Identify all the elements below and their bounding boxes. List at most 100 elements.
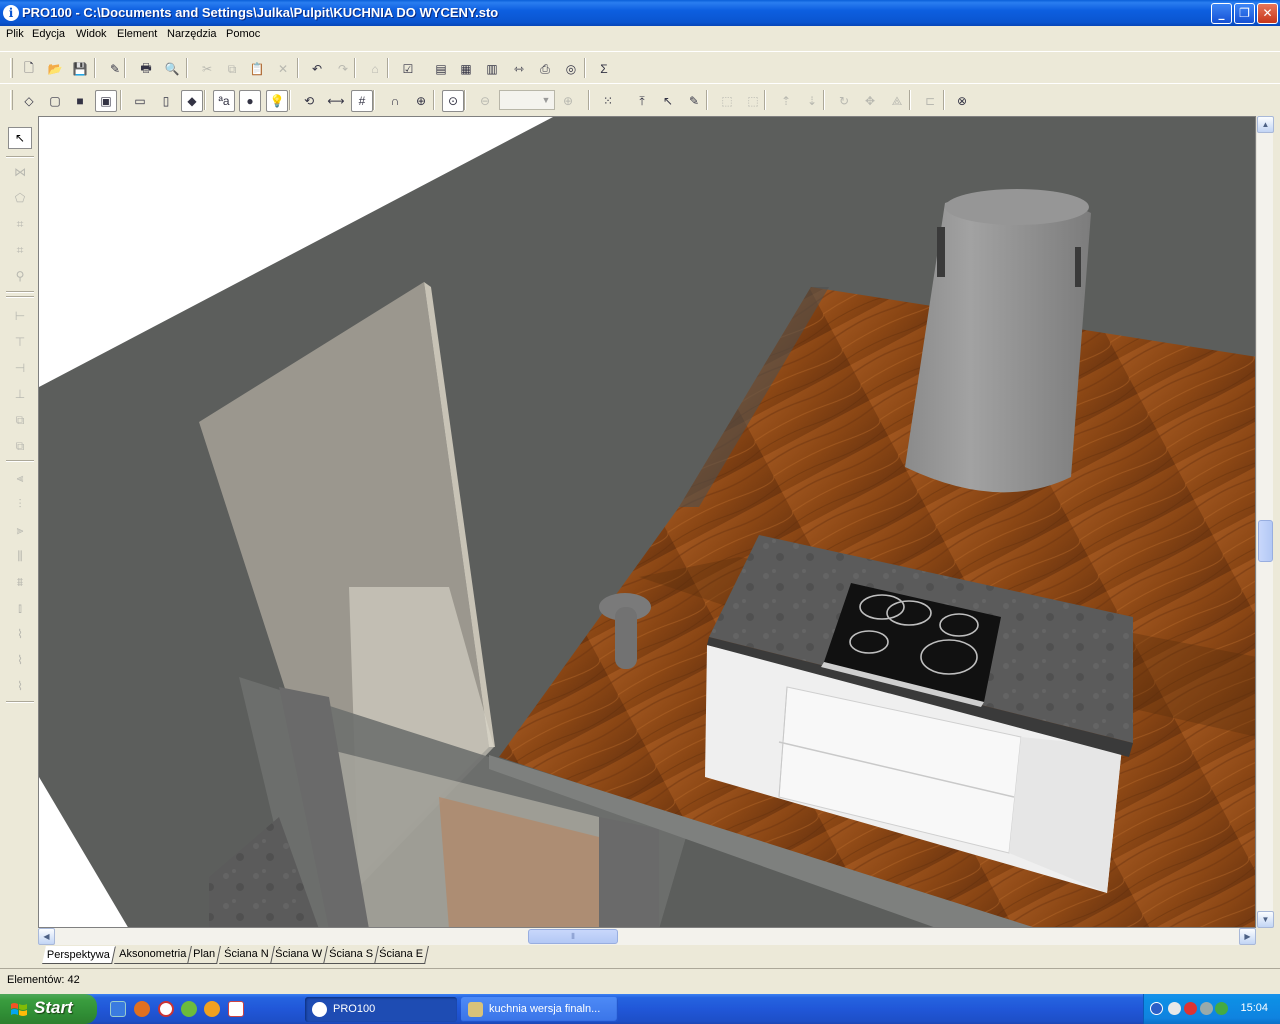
insert-icon[interactable]: ⤒ [631,90,653,112]
undo-icon[interactable]: ↶ [306,58,328,80]
move-icon[interactable]: ✥ [859,90,881,112]
measure-icon[interactable]: ⟲ [298,90,320,112]
view-wireframe-icon[interactable]: ◇ [18,90,40,112]
align-left-icon[interactable]: ⊢ [8,305,32,327]
magnet-icon[interactable]: ∩ [384,90,406,112]
cut-icon[interactable]: ✂ [196,58,218,80]
pencil-icon[interactable]: ✎ [683,90,705,112]
align-top-icon[interactable]: ⊤ [8,331,32,353]
new-file-icon[interactable]: 🗋 [18,58,40,80]
tool-19-icon[interactable]: ⌇ [8,623,32,645]
toolbar-grip[interactable] [10,90,13,110]
view-shaded-icon[interactable]: ▣ [95,90,117,112]
text-labels-icon[interactable]: ªa [213,90,235,112]
shape-tool-icon[interactable]: ⬠ [8,187,32,209]
restore-button[interactable]: ❐ [1234,3,1255,24]
tab-sciana-s[interactable]: Ściana S [324,946,379,964]
snap-target-icon[interactable]: ⊕ [410,90,432,112]
close-button[interactable]: ✕ [1257,3,1278,24]
align-icon[interactable]: ⊏ [919,90,941,112]
firefox-icon[interactable] [134,1001,150,1017]
zoom-in-icon[interactable]: ⊕ [557,90,579,112]
edit-tool-2-icon[interactable]: ⌗ [8,239,32,261]
view-solid-icon[interactable]: ■ [69,90,91,112]
view-3d-icon[interactable]: ◆ [181,90,203,112]
delete-icon[interactable]: ✕ [272,58,294,80]
view-side-icon[interactable]: ▯ [155,90,177,112]
horizontal-scroll-thumb[interactable]: ⦀ [528,929,618,944]
dimension-tool-icon[interactable]: ⋈ [8,161,32,183]
select-arrow-icon[interactable]: ↖ [8,127,32,149]
menu-narzedzia[interactable]: Narzędzia [167,28,217,40]
vertical-scroll-thumb[interactable] [1258,520,1273,562]
tool-21-icon[interactable]: ⌇ [8,675,32,697]
move-up-icon[interactable]: ⇡ [775,90,797,112]
show-desktop-icon[interactable] [110,1001,126,1017]
title-bar[interactable]: i PRO100 - C:\Documents and Settings\Jul… [0,0,1280,26]
tab-perspektywa[interactable]: Perspektywa [42,946,116,964]
print-icon[interactable]: 🖶 [135,58,157,80]
tool-20-icon[interactable]: ⌇ [8,649,32,671]
distribute-left-icon[interactable]: ⫷ [8,467,32,489]
tab-sciana-n[interactable]: Ściana N [219,946,275,964]
distribute-center-icon[interactable]: ⫶ [8,493,32,515]
app-icon[interactable]: i [3,5,19,21]
pointer-select-icon[interactable]: ↖ [657,90,679,112]
minimize-button[interactable]: _ [1211,3,1232,24]
edit-tool-icon[interactable]: ⌗ [8,213,32,235]
taskbar-item-pro100[interactable]: PRO100 [305,997,457,1022]
scroll-down-button[interactable]: ▼ [1257,911,1274,928]
zoom-out-icon[interactable]: ⊖ [474,90,496,112]
vertical-scrollbar[interactable]: ▲ ▼ [1256,116,1274,928]
network-icon[interactable] [1200,1002,1213,1015]
toolbar-grip[interactable] [10,58,13,78]
dimension-report-icon[interactable]: ⇿ [508,58,530,80]
open-file-icon[interactable]: 📂 [44,58,66,80]
menu-pomoc[interactable]: Pomoc [226,28,260,40]
taskbar-item-kuchnia[interactable]: kuchnia wersja finaln... [461,997,618,1022]
print-preview-icon[interactable]: 🔍 [161,58,183,80]
menu-edycja[interactable]: Edycja [32,28,65,40]
lifebuoy-icon[interactable]: ⊗ [951,90,973,112]
scroll-up-button[interactable]: ▲ [1257,116,1274,133]
copy-tool-2-icon[interactable]: ⧉ [8,435,32,457]
distribute-v-icon[interactable]: ⩩ [8,571,32,593]
move-down-icon[interactable]: ⇣ [801,90,823,112]
utorrent-icon[interactable] [181,1001,197,1017]
report-preview-icon[interactable]: ▦ [455,58,477,80]
distribute-size-icon[interactable]: ⫾ [8,597,32,619]
menu-plik[interactable]: Plik [6,28,24,40]
scroll-left-button[interactable]: ◀ [38,928,55,945]
view-outline-icon[interactable]: ▢ [44,90,66,112]
ungroup-icon[interactable]: ⬚ [742,90,764,112]
clock[interactable]: 15:04 [1240,1002,1268,1014]
paste-icon[interactable]: 📋 [246,58,268,80]
checklist-icon[interactable]: ☑ [397,58,419,80]
select-all-icon[interactable]: ⁙ [597,90,619,112]
export-icon[interactable]: ⎙ [534,58,556,80]
tab-plan[interactable]: Plan [188,946,221,964]
media-player-icon[interactable] [204,1001,220,1017]
security-center-icon[interactable] [1215,1002,1228,1015]
menu-element[interactable]: Element [117,28,157,40]
zoom-tool-icon[interactable]: ⚲ [8,265,32,287]
copy-icon[interactable]: ⧉ [221,58,243,80]
grid-icon[interactable]: # [351,90,373,112]
texture-icon[interactable]: ● [239,90,261,112]
report-icon[interactable]: ▤ [430,58,452,80]
tab-sciana-e[interactable]: Ściana E [374,946,429,964]
library-icon[interactable]: ⌂ [364,58,386,80]
properties-icon[interactable]: ✎ [104,58,126,80]
document-icon[interactable] [228,1001,244,1017]
kitchen-3d-scene[interactable] [39,117,1256,928]
copy-tool-icon[interactable]: ⧉ [8,409,32,431]
distribute-h-icon[interactable]: ⫼ [8,545,32,567]
shield-icon[interactable] [1184,1002,1197,1015]
center-target-icon[interactable]: ⊙ [442,90,464,112]
rotate-icon[interactable]: ↻ [833,90,855,112]
tab-sciana-w[interactable]: Ściana W [270,946,328,964]
chevron-down-icon[interactable]: ▼ [539,92,553,108]
group-icon[interactable]: ⬚ [716,90,738,112]
tab-aksonometria[interactable]: Aksonometria [114,946,193,964]
report-settings-icon[interactable]: ▥ [481,58,503,80]
